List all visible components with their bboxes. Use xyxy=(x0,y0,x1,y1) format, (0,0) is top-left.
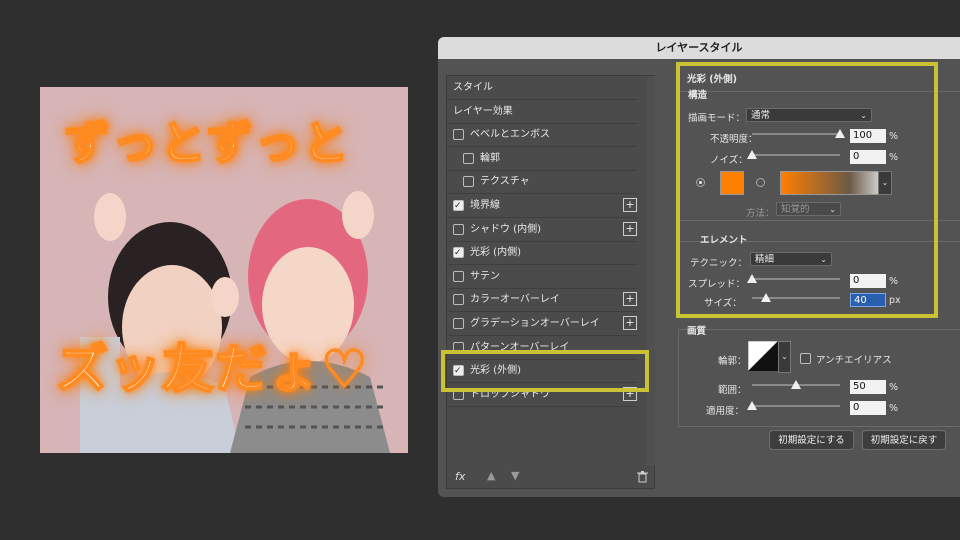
jitter-label: 適用度： xyxy=(706,406,745,417)
add-effect-icon[interactable]: + xyxy=(623,221,637,236)
move-down-icon[interactable]: ▼ xyxy=(511,469,519,482)
range-slider-thumb[interactable] xyxy=(791,380,801,389)
effects-list-scrollbar[interactable] xyxy=(647,76,655,466)
effect-checkbox[interactable] xyxy=(463,176,474,188)
highlight-outer-glow-settings xyxy=(676,62,938,318)
trash-icon[interactable] xyxy=(637,471,648,483)
effects-list-item[interactable]: スタイル xyxy=(447,76,637,100)
effects-list-item[interactable]: サテン xyxy=(447,265,637,289)
effect-checkbox[interactable] xyxy=(453,294,464,306)
effects-list-item[interactable]: 輪郭 xyxy=(447,147,637,171)
make-default-button[interactable]: 初期設定にする xyxy=(769,430,854,450)
add-effect-icon[interactable]: + xyxy=(623,198,637,212)
effect-checkbox[interactable] xyxy=(453,223,464,235)
move-up-icon[interactable]: ▲ xyxy=(487,469,495,482)
effect-label: カラーオーバーレイ xyxy=(470,294,560,306)
effects-bottom-bar: fx ▲ ▼ xyxy=(447,466,654,488)
range-label: 範囲： xyxy=(718,385,747,396)
range-input[interactable]: 50 xyxy=(850,380,886,394)
effects-list-item[interactable]: 境界線 + xyxy=(447,194,637,218)
effects-list-item[interactable]: シャドウ (内側) + xyxy=(447,218,637,242)
add-effect-icon[interactable]: + xyxy=(623,316,637,330)
effect-checkbox[interactable] xyxy=(453,242,464,265)
contour-label: 輪郭： xyxy=(718,356,747,367)
fx-button[interactable]: fx xyxy=(455,470,465,483)
chevron-down-icon: ⌄ xyxy=(781,352,788,361)
effect-checkbox[interactable] xyxy=(453,270,464,282)
highlight-outer-glow-item xyxy=(441,350,649,392)
contour-dropdown[interactable]: ⌄ xyxy=(778,341,791,373)
effects-list-panel: スタイルレイヤー効果ベベルとエンボス輪郭テクスチャ境界線 + シャドウ (内側) + 光… xyxy=(446,75,655,489)
quality-title: 画質 xyxy=(687,326,707,337)
reset-default-button[interactable]: 初期設定に戻す xyxy=(862,430,946,450)
effect-label: 輪郭 xyxy=(480,152,500,164)
range-unit: % xyxy=(889,382,899,393)
jitter-input[interactable]: 0 xyxy=(850,401,886,415)
neon-text-top: ずっとずっと xyxy=(63,115,351,171)
dialog-title: レイヤースタイル xyxy=(438,37,960,59)
effects-list-item[interactable]: レイヤー効果 xyxy=(447,100,637,124)
effect-label: ベベルとエンボス xyxy=(470,129,550,141)
effect-label: スタイル xyxy=(453,82,493,93)
effects-list-item[interactable]: ベベルとエンボス xyxy=(447,123,637,148)
jitter-slider-thumb[interactable] xyxy=(747,401,757,410)
jitter-slider[interactable] xyxy=(752,405,840,407)
effect-label: サテン xyxy=(470,270,500,282)
effect-label: 光彩 (内側) xyxy=(470,247,521,259)
effect-checkbox[interactable] xyxy=(463,152,474,164)
contour-preview-icon[interactable] xyxy=(748,341,778,371)
antialias-label: アンチエイリアス xyxy=(816,355,892,366)
effects-list-item[interactable]: 光彩 (内側) xyxy=(447,241,637,266)
effect-checkbox[interactable] xyxy=(453,195,464,218)
effect-label: レイヤー効果 xyxy=(453,105,513,117)
canvas-image: ずっとずっと ズッ友だょ♡ xyxy=(40,87,408,453)
effect-checkbox[interactable] xyxy=(453,129,464,141)
neon-text-bottom: ズッ友だょ♡ xyxy=(55,339,369,401)
add-effect-icon[interactable]: + xyxy=(623,292,637,307)
effect-label: 境界線 xyxy=(470,200,500,211)
effect-label: シャドウ (内側) xyxy=(470,223,541,235)
jitter-unit: % xyxy=(889,403,899,414)
effects-list-item[interactable]: カラーオーバーレイ + xyxy=(447,288,637,313)
effects-list-item[interactable]: テクスチャ xyxy=(447,170,637,195)
effect-label: テクスチャ xyxy=(480,176,530,188)
effect-checkbox[interactable] xyxy=(453,318,464,329)
antialias-checkbox[interactable] xyxy=(800,353,811,364)
effects-list-item[interactable]: グラデーションオーバーレイ + xyxy=(447,312,637,336)
effect-label: グラデーションオーバーレイ xyxy=(470,318,600,329)
